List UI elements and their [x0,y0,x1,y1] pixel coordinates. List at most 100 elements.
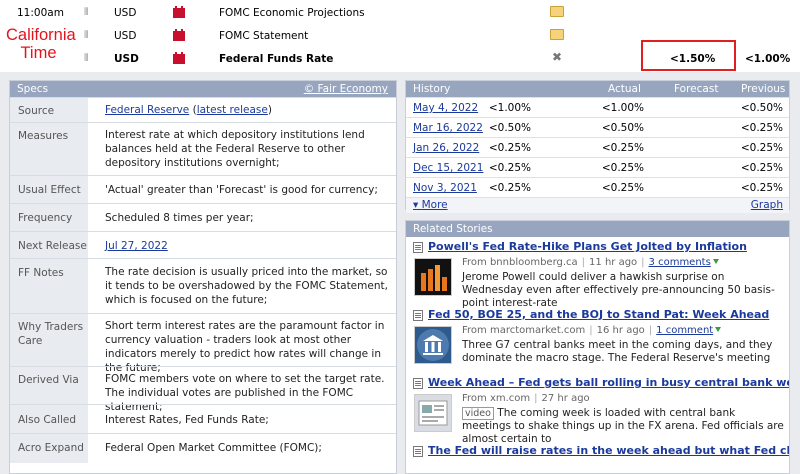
history-previous: <0.25% [740,162,783,174]
story-title-link[interactable]: Fed 50, BOE 25, and the BOJ to Stand Pat… [428,308,769,321]
event-title[interactable]: FOMC Economic Projections [219,7,365,19]
specs-header: Specs © Fair Economy [10,81,396,97]
federal-reserve-link[interactable]: Federal Reserve [105,104,189,116]
event-currency: USD [114,30,137,42]
story-item: Powell's Fed Rate-Hike Plans Get Jolted … [406,237,789,309]
history-row: Dec 15, 2021 <0.25% <0.25% <0.25% [406,157,789,177]
history-previous: <0.25% [740,182,783,194]
history-row: Mar 16, 2022 <0.50% <0.50% <0.25% [406,117,789,137]
spec-label: Next Release [10,232,88,258]
history-title: History [413,83,451,95]
article-icon [413,310,423,321]
annotation-line1: California [6,26,76,44]
spec-label: Why Traders Care [10,314,88,366]
spec-value: The rate decision is usually priced into… [105,266,388,306]
spec-row-ff-notes: FF Notes The rate decision is usually pr… [10,258,396,313]
history-date-link[interactable]: Mar 16, 2022 [413,122,483,134]
spec-value: Federal Open Market Committee (FOMC); [105,442,322,454]
story-title-link[interactable]: The Fed will raise rates in the week ahe… [428,444,789,457]
story-age: 16 hr ago [596,325,645,336]
story-thumbnail-chart[interactable] [414,258,452,296]
folder-icon[interactable] [550,29,564,40]
story-age: 27 hr ago [541,393,590,404]
spec-value: Federal Reserve (latest release) [105,103,390,117]
history-actual: <0.25% [488,162,531,174]
calendar-events: 11:00am ⦀ USD FOMC Economic Projections … [0,0,800,72]
history-date-link[interactable]: Nov 3, 2021 [413,182,477,194]
fair-economy-link[interactable]: © Fair Economy [304,83,388,95]
history-forecast: <0.50% [601,122,644,134]
high-impact-icon [173,6,185,18]
article-icon [413,446,423,457]
story-title-link[interactable]: Week Ahead – Fed gets ball rolling in bu… [428,376,789,389]
story-age: 11 hr ago [589,257,638,268]
comments-link[interactable]: 1 comment [656,325,713,336]
history-actual: <0.25% [488,182,531,194]
related-title: Related Stories [413,223,493,235]
event-currency: USD [114,7,137,19]
paren-close: ) [267,104,272,116]
specs-title: Specs [17,83,49,95]
history-date-link[interactable]: Dec 15, 2021 [413,162,483,174]
specs-panel: Specs © Fair Economy Source Federal Rese… [9,80,397,474]
story-item: Week Ahead – Fed gets ball rolling in bu… [406,373,789,445]
article-icon [413,378,423,389]
event-title[interactable]: FOMC Statement [219,30,308,42]
story-title-link[interactable]: Powell's Fed Rate-Hike Plans Get Jolted … [428,240,747,253]
graph-link[interactable]: Graph [751,199,783,211]
spec-value: Scheduled 8 times per year; [105,212,254,224]
latest-release-link[interactable]: latest release [197,104,268,116]
spec-value: 'Actual' greater than 'Forecast' is good… [105,184,378,196]
event-currency: USD [114,53,139,65]
more-history-link[interactable]: ▾ More [413,199,448,211]
history-date-link[interactable]: May 4, 2022 [413,102,478,114]
col-previous: Previous [741,83,786,95]
history-date-link[interactable]: Jan 26, 2022 [413,142,479,154]
history-panel: History Actual Forecast Previous May 4, … [405,80,790,213]
comments-link[interactable]: 3 comments [649,257,711,268]
story-thumbnail-bank[interactable] [414,326,452,364]
chart-thumbnail-icon [421,265,447,291]
story-thumbnail-news[interactable] [414,394,452,432]
history-actual: <0.25% [488,142,531,154]
history-footer: ▾ More Graph [406,197,789,213]
story-excerpt-text: The coming week is loaded with central b… [462,407,784,445]
comments-dropdown-icon[interactable] [712,259,719,264]
high-impact-icon [173,52,185,64]
story-source: From bnnbloomberg.ca [462,257,578,268]
folder-icon[interactable] [550,6,564,17]
spec-label: Measures [10,123,88,175]
history-previous: <0.25% [740,142,783,154]
story-item: Fed 50, BOE 25, and the BOJ to Stand Pat… [406,305,789,373]
spec-row-source: Source Federal Reserve (latest release) [10,97,396,122]
history-actual: <1.00% [488,102,531,114]
close-detail-icon[interactable]: ✖ [552,50,562,64]
spec-row-also-called: Also Called Interest Rates, Fed Funds Ra… [10,404,396,433]
volatility-icon: ⦀ [84,53,89,64]
story-meta: From xm.com | 27 hr ago [462,393,590,404]
spec-row-frequency: Frequency Scheduled 8 times per year; [10,203,396,231]
spec-label: Also Called [10,405,88,433]
spec-label: Usual Effect [10,176,88,203]
more-label: More [421,199,448,211]
spec-row-acro-expand: Acro Expand Federal Open Market Committe… [10,433,396,463]
spec-value: Interest Rates, Fed Funds Rate; [105,414,269,426]
story-item: The Fed will raise rates in the week ahe… [406,441,789,465]
spec-row-derived-via: Derived Via FOMC members vote on where t… [10,366,396,413]
related-stories-panel: Related Stories Powell's Fed Rate-Hike P… [405,220,790,474]
history-row: Jan 26, 2022 <0.25% <0.25% <0.25% [406,137,789,157]
next-release-link[interactable]: Jul 27, 2022 [105,240,168,252]
event-title[interactable]: Federal Funds Rate [219,53,333,65]
spec-label: Source [10,98,88,122]
event-previous: <1.00% [745,53,791,65]
calendar-row[interactable]: 11:00am ⦀ USD FOMC Economic Projections [0,1,800,24]
comments-dropdown-icon[interactable] [715,327,722,332]
volatility-icon: ⦀ [84,30,89,41]
story-meta: From bnnbloomberg.ca | 11 hr ago | 3 comment… [462,257,719,268]
article-icon [413,242,423,253]
related-header: Related Stories [406,221,789,237]
paren-open: ( [189,104,197,116]
history-header: History Actual Forecast Previous [406,81,789,97]
history-forecast: <0.25% [601,142,644,154]
history-previous: <0.50% [740,102,783,114]
